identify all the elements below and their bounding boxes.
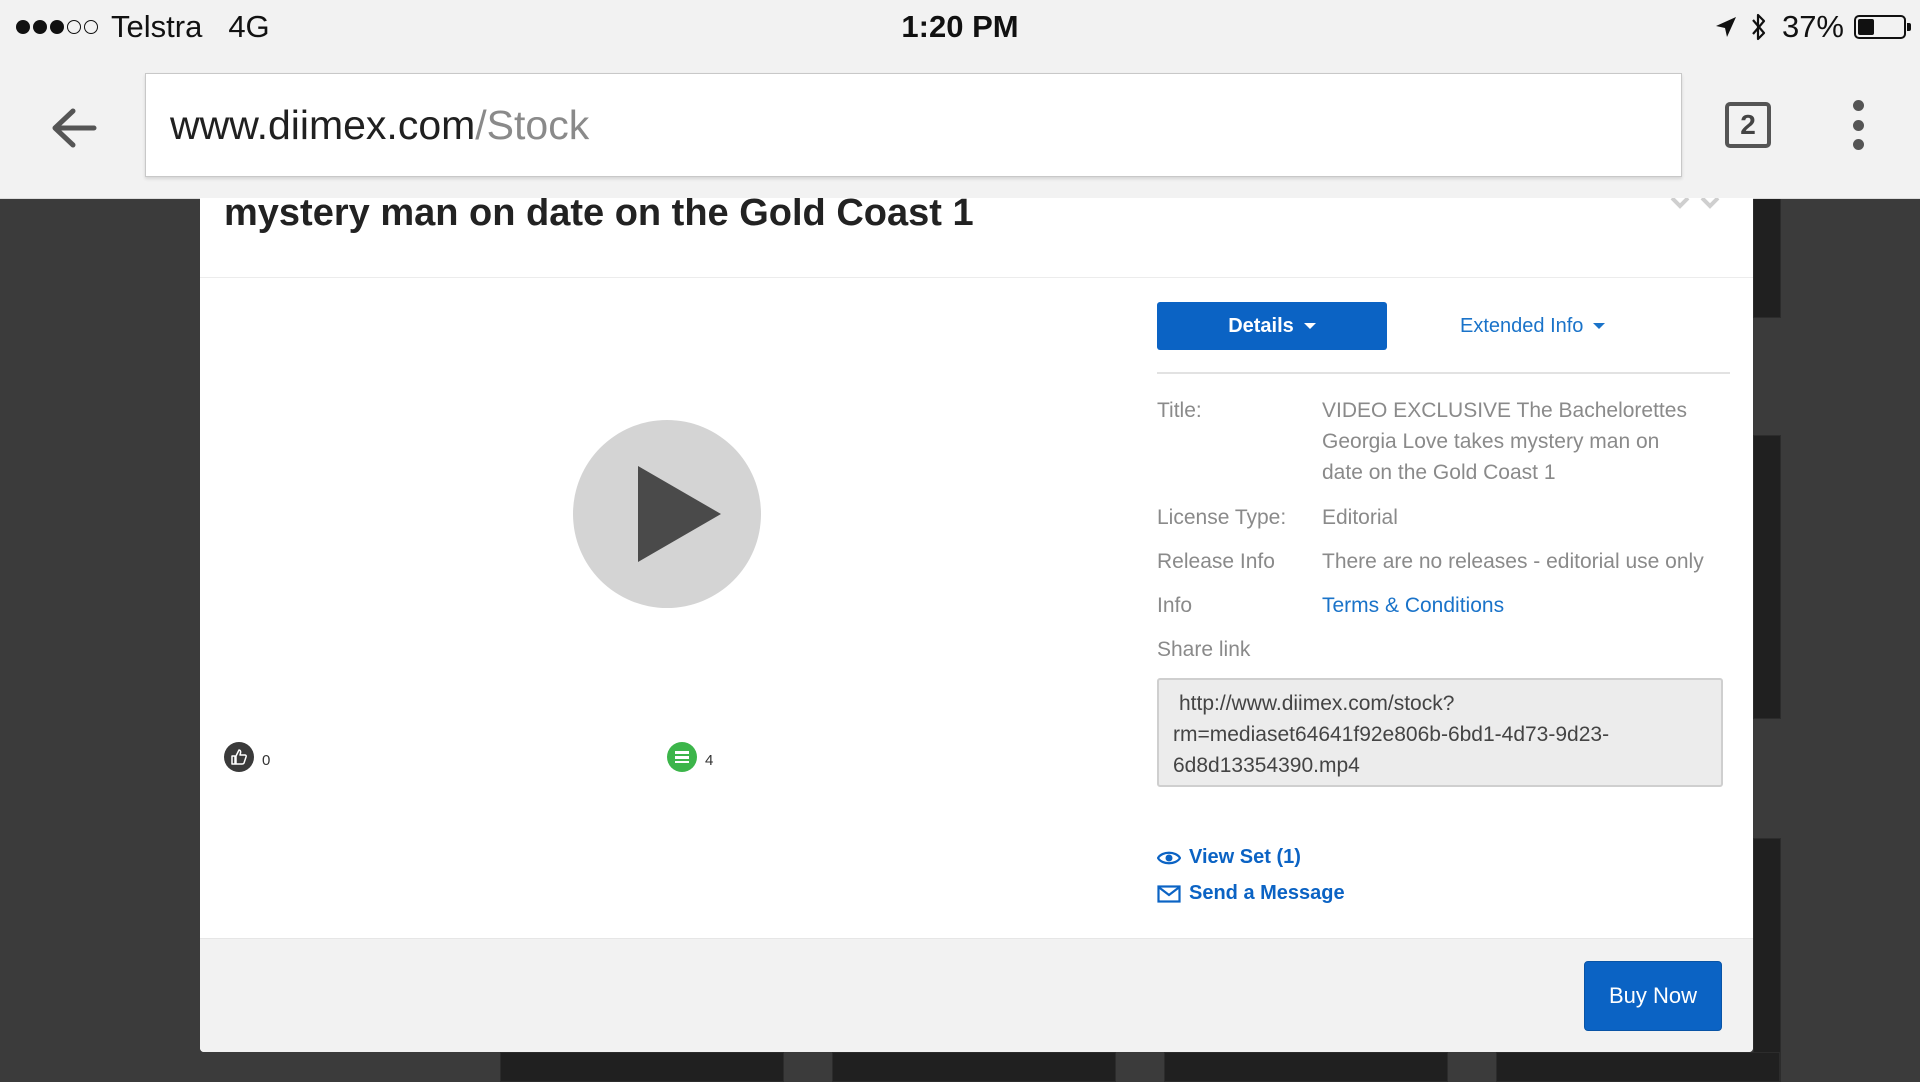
thumbs-up-icon	[224, 742, 254, 772]
close-icon[interactable]	[1670, 198, 1720, 212]
detail-label: Info	[1157, 594, 1193, 617]
signal-dot-filled	[50, 20, 64, 34]
title-value-line: date on the Gold Coast 1	[1322, 461, 1556, 484]
tab-extended-info[interactable]: Extended Info	[1460, 302, 1606, 350]
detail-value: Editorial	[1322, 506, 1398, 529]
location-arrow-icon	[1714, 15, 1738, 39]
menu-dot	[1852, 119, 1864, 131]
view-set-link[interactable]: View Set (1)	[1157, 846, 1301, 869]
overflow-menu-button[interactable]	[1842, 100, 1874, 150]
back-arrow-icon	[51, 108, 97, 148]
tab-details[interactable]: Details	[1157, 302, 1387, 350]
battery-icon	[1854, 15, 1911, 39]
share-link-line: rm=mediaset64641f92e806b-6bd1-4d73-9d23-	[1173, 723, 1610, 746]
background-thumbnail	[1164, 1052, 1448, 1082]
title-value-line: Georgia Love takes mystery man on	[1322, 430, 1660, 453]
media-detail-modal: mystery man on date on the Gold Coast 1 …	[200, 198, 1753, 1052]
caret-down-icon	[1593, 323, 1606, 329]
buy-now-button[interactable]: Buy Now	[1584, 961, 1722, 1031]
signal-strength-icon	[16, 20, 101, 34]
signal-dot-filled	[33, 20, 47, 34]
title-divider	[200, 277, 1753, 278]
url-domain: www.diimex.com	[170, 101, 476, 148]
view-set-label: View Set (1)	[1189, 846, 1301, 868]
tab-extended-info-label: Extended Info	[1460, 314, 1584, 337]
caret-down-icon	[1303, 323, 1316, 329]
signal-dot-filled	[16, 20, 30, 34]
battery-tip	[1907, 23, 1911, 31]
like-count: 0	[262, 751, 271, 769]
modal-title: mystery man on date on the Gold Coast 1	[224, 198, 974, 234]
modal-footer: Buy Now	[200, 938, 1753, 1052]
status-bar: Telstra 4G 1:20 PM 37%	[0, 0, 1920, 56]
video-play-button[interactable]	[573, 420, 761, 608]
send-message-label: Send a Message	[1189, 882, 1345, 904]
detail-value: There are no releases - editorial use on…	[1322, 550, 1704, 573]
battery-level	[1858, 19, 1874, 35]
url-path: /Stock	[475, 101, 590, 148]
background-thumbnail	[1753, 435, 1781, 719]
status-right: 37%	[1714, 9, 1911, 45]
battery-percent: 37%	[1781, 9, 1844, 44]
tab-details-label: Details	[1228, 314, 1294, 337]
tab-switcher-button[interactable]: 2	[1725, 102, 1771, 148]
like-counter[interactable]: 0	[224, 742, 270, 772]
share-link-line: 6d8d13354390.mp4	[1173, 754, 1360, 777]
signal-dot-empty	[67, 20, 81, 34]
signal-dot-empty	[84, 20, 98, 34]
title-value-line: VIDEO EXCLUSIVE The Bachelorettes	[1322, 399, 1687, 422]
background-thumbnail	[832, 1052, 1116, 1082]
send-message-link[interactable]: Send a Message	[1157, 882, 1345, 905]
back-button[interactable]	[44, 98, 104, 158]
share-link-line: http://www.diimex.com/stock?	[1179, 692, 1455, 715]
details-divider	[1157, 372, 1730, 374]
background-thumbnail	[1753, 838, 1781, 1082]
bluetooth-icon	[1750, 12, 1768, 42]
play-icon	[638, 466, 721, 562]
detail-label: Title:	[1157, 399, 1202, 422]
share-link-field[interactable]: http://www.diimex.com/stock? rm=mediaset…	[1157, 678, 1723, 787]
menu-dot	[1852, 139, 1864, 150]
detail-label: Share link	[1157, 638, 1251, 661]
detail-value: VIDEO EXCLUSIVE The Bachelorettes Georgi…	[1322, 395, 1687, 488]
background-thumbnail	[1753, 198, 1781, 318]
background-thumbnail	[500, 1052, 784, 1082]
browser-toolbar: www.diimex.com/Stock 2	[0, 56, 1920, 199]
background-thumbnail	[1496, 1052, 1780, 1082]
eye-icon	[1157, 849, 1189, 867]
clock: 1:20 PM	[901, 9, 1019, 44]
detail-label: License Type:	[1157, 506, 1287, 529]
menu-dot	[1852, 100, 1864, 111]
envelope-icon	[1157, 884, 1189, 903]
sets-icon	[667, 742, 697, 772]
network-type: 4G	[228, 9, 270, 44]
terms-conditions-link[interactable]: Terms & Conditions	[1322, 590, 1504, 621]
detail-label: Release Info	[1157, 550, 1275, 573]
address-bar[interactable]: www.diimex.com/Stock	[145, 73, 1682, 177]
sets-counter[interactable]: 4	[667, 742, 713, 772]
status-left: Telstra 4G	[16, 9, 270, 45]
sets-count: 4	[705, 751, 714, 769]
carrier-name: Telstra	[111, 9, 203, 44]
